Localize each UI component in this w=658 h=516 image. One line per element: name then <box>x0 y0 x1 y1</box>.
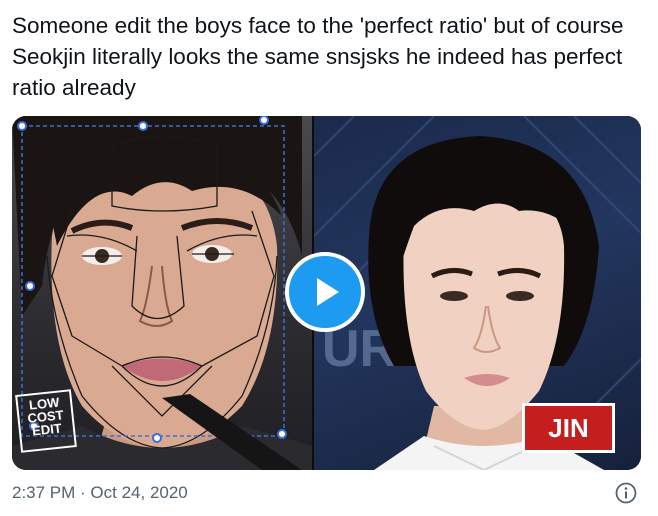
tweet-timestamp[interactable]: 2:37 PM · Oct 24, 2020 <box>12 483 188 503</box>
info-icon[interactable] <box>615 482 637 504</box>
play-button[interactable] <box>285 252 365 332</box>
edited-face-panel: LOW COST EDIT <box>12 116 314 470</box>
video-thumbnail[interactable]: LOW COST EDIT URN JIN <box>12 116 641 470</box>
name-badge: JIN <box>522 403 615 453</box>
watermark-logo: LOW COST EDIT <box>15 389 77 453</box>
tweet-text: Someone edit the boys face to the 'perfe… <box>12 13 624 100</box>
play-icon <box>317 278 339 306</box>
